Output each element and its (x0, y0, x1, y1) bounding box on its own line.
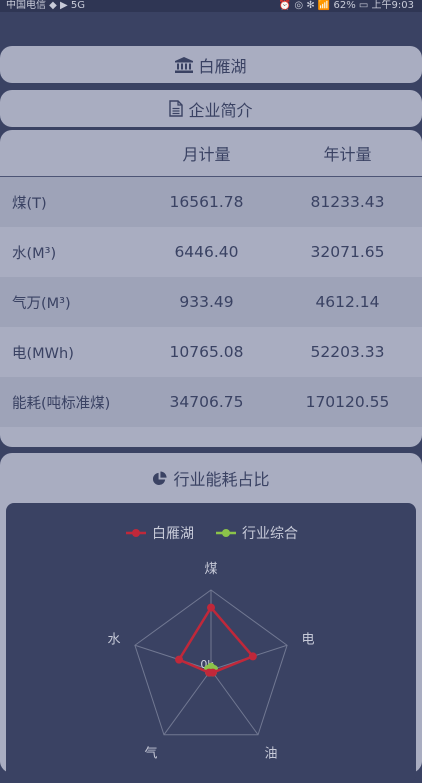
radar-indicator-label: 煤 (204, 562, 217, 577)
table-row-electricity: 电(MWh) 10765.08 52203.33 (0, 327, 422, 377)
year-value: 81233.43 (310, 193, 385, 211)
company-intro-label: 企业简介 (188, 100, 253, 120)
legend-marker-dot (132, 529, 140, 537)
series-point (207, 603, 215, 612)
month-value: 34706.75 (169, 393, 244, 411)
title-bar: 白雁湖 (0, 46, 422, 83)
series-point (248, 652, 257, 661)
radar-axis-line (210, 669, 259, 736)
series-point (175, 655, 184, 664)
month-value: 933.49 (179, 293, 234, 311)
column-header-year: 年计量 (323, 145, 372, 164)
radar-indicator-label: 电 (301, 632, 314, 647)
radar-indicator-label: 水 (107, 632, 120, 647)
metrics-table: 月计量 年计量 煤(T) 16561.78 81233.43 水(M³) 644… (0, 130, 422, 447)
year-value: 52203.33 (310, 343, 385, 361)
row-label: 水(M³) (12, 245, 57, 262)
year-value: 32071.65 (310, 243, 385, 261)
radar-chart-panel: 煤电油气水 0k 白雁湖 行业综合 (6, 503, 416, 783)
series-point (205, 668, 214, 677)
year-value: 4612.14 (315, 293, 380, 311)
column-header-month: 月计量 (182, 145, 231, 164)
chart-section-header: 行业能耗占比 (0, 453, 422, 503)
legend-item: 行业综合 (242, 526, 298, 542)
radar-axis-line (163, 669, 212, 736)
table-row-coal: 煤(T) 16561.78 81233.43 (0, 177, 422, 227)
table-row-gas: 气万(M³) 933.49 4612.14 (0, 277, 422, 327)
carrier-text: 中国电信 ◆ ▶ 5G (6, 0, 86, 11)
month-value: 6446.40 (174, 243, 239, 261)
radar-indicator-label: 气 (145, 746, 158, 762)
chart-section-title: 行业能耗占比 (173, 470, 270, 489)
legend-marker-dot (222, 529, 230, 537)
row-label: 气万(M³) (12, 295, 71, 312)
radar-indicator-label: 油 (264, 747, 277, 762)
row-label: 煤(T) (12, 195, 47, 212)
energy-share-card: 行业能耗占比 煤电油气水 0k 白雁湖 行业综合 (0, 453, 422, 783)
row-label: 电(MWh) (12, 345, 74, 362)
table-row-energy: 能耗(吨标准煤) 34706.75 170120.55 (0, 377, 422, 427)
company-intro-button[interactable]: 企业简介 (0, 90, 422, 127)
status-icons-text: ⏰ ◎ ✻ 📶 62% ▭ 上午9:03 (278, 0, 414, 11)
month-value: 10765.08 (169, 343, 244, 361)
pie-chart-icon (153, 470, 168, 485)
legend-item: 白雁湖 (152, 526, 194, 542)
table-row-water: 水(M³) 6446.40 32071.65 (0, 227, 422, 277)
bank-icon (175, 56, 194, 73)
year-value: 170120.55 (305, 393, 390, 411)
document-icon (169, 100, 184, 117)
row-label: 能耗(吨标准煤) (12, 395, 111, 412)
radar-chart: 煤电油气水0k白雁湖 行业综合 (107, 526, 314, 762)
status-bar: 中国电信 ◆ ▶ 5G ⏰ ◎ ✻ 📶 62% ▭ 上午9:03 (0, 0, 422, 12)
month-value: 16561.78 (169, 193, 244, 211)
table-header: 月计量 年计量 (0, 130, 422, 177)
company-title: 白雁湖 (198, 56, 247, 76)
